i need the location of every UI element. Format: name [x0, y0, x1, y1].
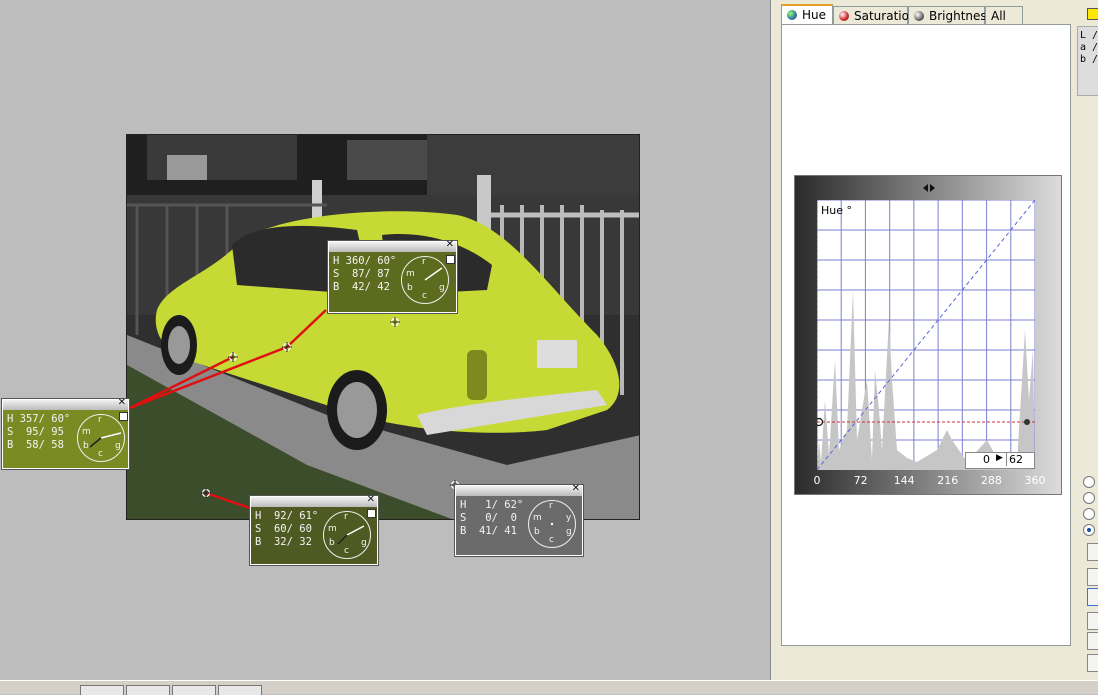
- arrow-right-icon: ▶: [996, 453, 1003, 463]
- close-icon[interactable]: ✕: [367, 494, 375, 505]
- car-photo[interactable]: [126, 134, 640, 520]
- sample-point-marker[interactable]: [390, 317, 400, 327]
- probe-window[interactable]: ✕ H 1/ 62° S 0/ 0 B 41/ 41 rm y bc g: [455, 483, 583, 556]
- probe-window[interactable]: ✕ H 357/ 60° S 95/ 95 B 58/ 58 rm bc g: [2, 397, 129, 469]
- option-radio[interactable]: [1083, 492, 1095, 504]
- taskbar-button[interactable]: [172, 685, 216, 695]
- sample-point-marker[interactable]: [201, 488, 211, 498]
- tab-all[interactable]: All: [985, 6, 1023, 24]
- probe-menu-button[interactable]: [119, 412, 128, 421]
- probe-window[interactable]: ✕ H 92/ 61° S 60/ 60 B 32/ 32 rm bc g: [250, 494, 378, 565]
- taskbar-button[interactable]: [218, 685, 262, 695]
- brightness-ball-icon: [914, 11, 924, 21]
- side-button[interactable]: [1087, 588, 1098, 606]
- probe-values: H 357/ 60° S 95/ 95 B 58/ 58: [7, 413, 71, 451]
- tab-page: Hue ° 0 ▶ 62 0 72 144 216 288 360: [781, 24, 1071, 646]
- tab-saturation[interactable]: Saturation: [833, 6, 917, 24]
- probe-values: H 360/ 60° S 87/ 87 B 42/ 42: [333, 255, 397, 293]
- tab-hue[interactable]: Hue: [781, 4, 833, 25]
- close-icon[interactable]: ✕: [572, 483, 580, 494]
- close-icon[interactable]: ✕: [446, 239, 454, 250]
- hue-dial: rm bc g: [323, 511, 371, 559]
- curve-value-readout[interactable]: 0 ▶ 62: [965, 452, 1035, 469]
- image-canvas[interactable]: ✕ H 357/ 60° S 95/ 95 B 58/ 58 rm bc g ✕…: [0, 0, 770, 680]
- lab-readout: L / a / b /: [1077, 26, 1098, 96]
- option-radio-selected[interactable]: [1083, 524, 1095, 536]
- side-controls: L / a / b /: [1073, 0, 1098, 680]
- curve-grid[interactable]: Hue ° 0 ▶ 62: [814, 199, 1036, 471]
- sample-point-marker[interactable]: [282, 342, 292, 352]
- probe-values: H 1/ 62° S 0/ 0 B 41/ 41: [460, 499, 524, 537]
- side-button[interactable]: [1087, 654, 1098, 672]
- probe-window[interactable]: ✕ H 360/ 60° S 87/ 87 B 42/ 42 rm bc g: [328, 239, 457, 313]
- hue-dial: rm y bc g: [528, 500, 576, 548]
- curves-panel: Hue Saturation Brightness All Hue ° 0 ▶ …: [770, 0, 1098, 680]
- probe-title-bar[interactable]: ✕: [456, 483, 582, 496]
- x-axis-ticks: 0 72 144 216 288 360: [813, 474, 1046, 487]
- option-radio[interactable]: [1083, 476, 1095, 488]
- taskbar: [0, 680, 1098, 695]
- hue-curve-editor[interactable]: Hue ° 0 ▶ 62 0 72 144 216 288 360: [794, 175, 1062, 495]
- probe-title-bar[interactable]: ✕: [3, 397, 128, 410]
- hue-ball-icon: [787, 10, 797, 20]
- probe-menu-button[interactable]: [446, 255, 455, 264]
- saturation-ball-icon: [839, 11, 849, 21]
- curve-control-point: [1024, 419, 1030, 425]
- hue-dial: rm bc g: [77, 414, 125, 462]
- probe-menu-button[interactable]: [367, 509, 376, 518]
- curve-svg[interactable]: [814, 199, 1036, 471]
- side-button[interactable]: [1087, 568, 1098, 586]
- probe-values: H 92/ 61° S 60/ 60 B 32/ 32: [255, 510, 319, 548]
- folder-icon[interactable]: [1087, 8, 1098, 20]
- probe-title-bar[interactable]: ✕: [329, 239, 456, 252]
- side-button[interactable]: [1087, 612, 1098, 630]
- drag-arrow-icon[interactable]: [923, 184, 935, 192]
- option-radio[interactable]: [1083, 508, 1095, 520]
- probe-title-bar[interactable]: ✕: [251, 494, 377, 507]
- close-icon[interactable]: ✕: [118, 397, 126, 408]
- hue-dial: rm bc g: [401, 256, 449, 304]
- side-button[interactable]: [1087, 543, 1098, 561]
- taskbar-button[interactable]: [126, 685, 170, 695]
- sample-point-marker[interactable]: [228, 352, 238, 362]
- taskbar-button[interactable]: [80, 685, 124, 695]
- side-button[interactable]: [1087, 632, 1098, 650]
- curve-axis-label: Hue °: [821, 204, 853, 217]
- tab-brightness[interactable]: Brightness: [908, 6, 993, 24]
